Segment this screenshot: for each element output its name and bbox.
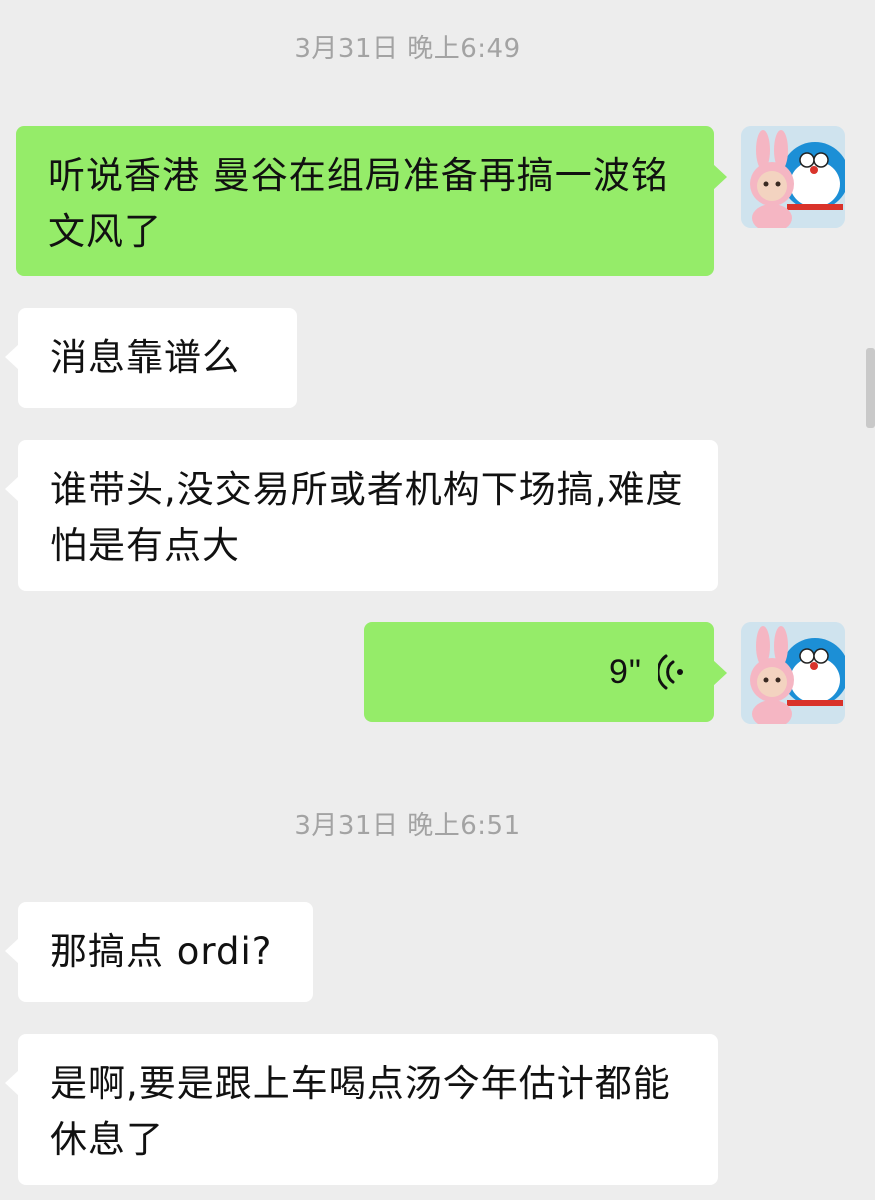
timestamp: 3月31日 晚上6:51 [294,811,521,841]
voice-message-bubble[interactable]: 9" [364,622,727,722]
timestamp: 3月31日 晚上6:49 [294,34,521,64]
avatar[interactable] [741,126,845,228]
voice-duration: 9" [609,653,642,691]
bunny-doraemon-avatar-icon [741,622,845,724]
chat-view: 3月31日 晚上6:49 听说香港 曼谷在组局准备再搞一波铭文风了 消息靠谱么 … [0,0,875,1200]
message-text: 谁带头,没交易所或者机构下场搞,难度怕是有点大 [50,468,684,567]
message-bubble-incoming[interactable]: 是啊,要是跟上车喝点汤今年估计都能休息了 [5,1034,718,1185]
message-text: 消息靠谱么 [50,336,240,379]
scrollbar-thumb[interactable] [866,348,875,428]
message-text: 是啊,要是跟上车喝点汤今年估计都能休息了 [50,1062,671,1161]
message-bubble-incoming[interactable]: 消息靠谱么 [5,308,297,408]
voice-wave-icon [658,654,683,690]
message-bubble-incoming[interactable]: 那搞点 ordi? [5,902,313,1002]
message-bubble-outgoing[interactable]: 听说香港 曼谷在组局准备再搞一波铭文风了 [16,126,727,276]
bunny-doraemon-avatar-icon [741,126,845,228]
avatar[interactable] [741,622,845,724]
message-bubble-incoming[interactable]: 谁带头,没交易所或者机构下场搞,难度怕是有点大 [5,440,718,591]
message-text: 那搞点 ordi? [50,930,273,973]
message-text: 听说香港 曼谷在组局准备再搞一波铭文风了 [48,154,669,253]
